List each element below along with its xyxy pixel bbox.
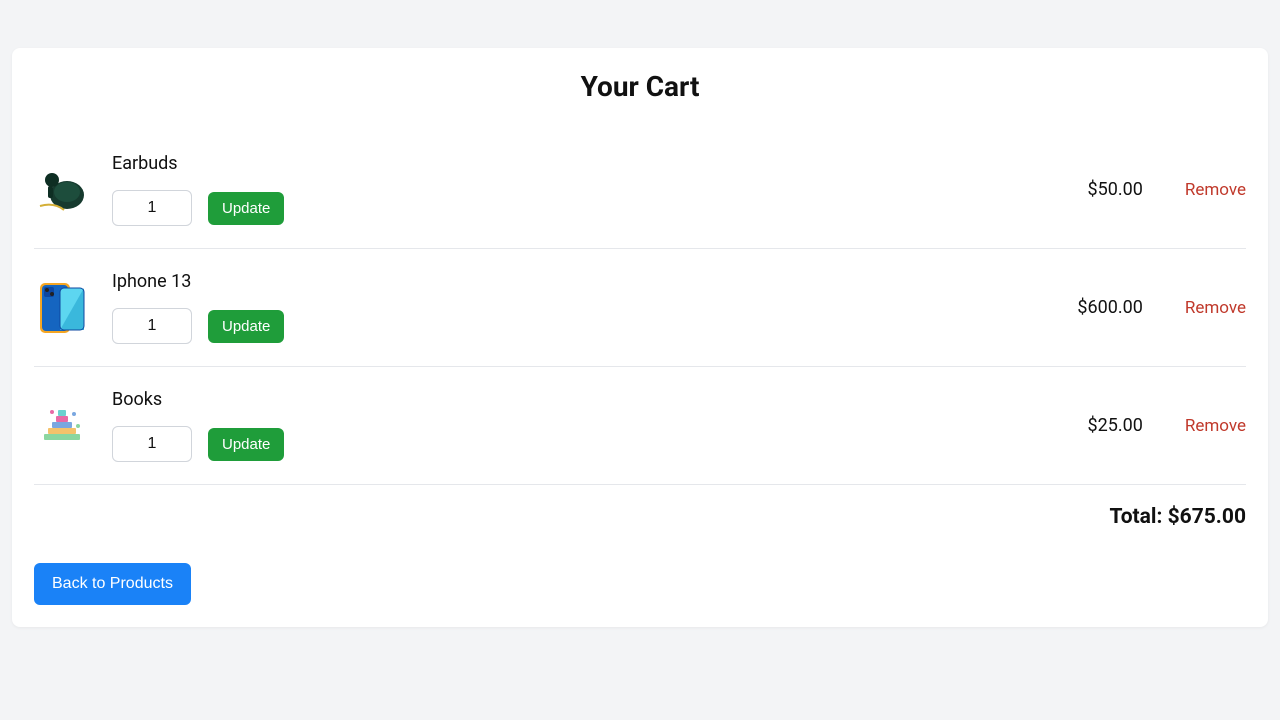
item-name: Earbuds xyxy=(112,153,1033,174)
total-label: Total: xyxy=(1109,505,1167,529)
quantity-input[interactable] xyxy=(112,190,192,226)
quantity-input[interactable] xyxy=(112,308,192,344)
item-price: $600.00 xyxy=(1053,297,1143,318)
cart-total: Total: $675.00 xyxy=(34,505,1246,529)
quantity-input[interactable] xyxy=(112,426,192,462)
item-price: $50.00 xyxy=(1053,179,1143,200)
remove-link[interactable]: Remove xyxy=(1185,416,1246,436)
phone-icon xyxy=(34,280,90,336)
cart-row: Earbuds Update $50.00 Remove xyxy=(34,131,1246,249)
update-button[interactable]: Update xyxy=(208,310,284,343)
cart-items-list: Earbuds Update $50.00 Remove xyxy=(34,131,1246,485)
cart-card: Your Cart Earbuds Update $50.00 xyxy=(12,48,1268,627)
page-title: Your Cart xyxy=(34,70,1246,103)
remove-link[interactable]: Remove xyxy=(1185,180,1246,200)
item-price: $25.00 xyxy=(1053,415,1143,436)
back-to-products-button[interactable]: Back to Products xyxy=(34,563,191,605)
total-amount: $675.00 xyxy=(1168,505,1246,529)
item-main: Iphone 13 Update xyxy=(112,271,1033,344)
quantity-row: Update xyxy=(112,426,1033,462)
cart-row: Books Update $25.00 Remove xyxy=(34,367,1246,485)
item-name: Iphone 13 xyxy=(112,271,1033,292)
item-main: Earbuds Update xyxy=(112,153,1033,226)
update-button[interactable]: Update xyxy=(208,428,284,461)
books-icon xyxy=(34,398,90,454)
quantity-row: Update xyxy=(112,308,1033,344)
earbuds-icon xyxy=(34,162,90,218)
quantity-row: Update xyxy=(112,190,1033,226)
cart-row: Iphone 13 Update $600.00 Remove xyxy=(34,249,1246,367)
update-button[interactable]: Update xyxy=(208,192,284,225)
remove-link[interactable]: Remove xyxy=(1185,298,1246,318)
item-main: Books Update xyxy=(112,389,1033,462)
item-name: Books xyxy=(112,389,1033,410)
